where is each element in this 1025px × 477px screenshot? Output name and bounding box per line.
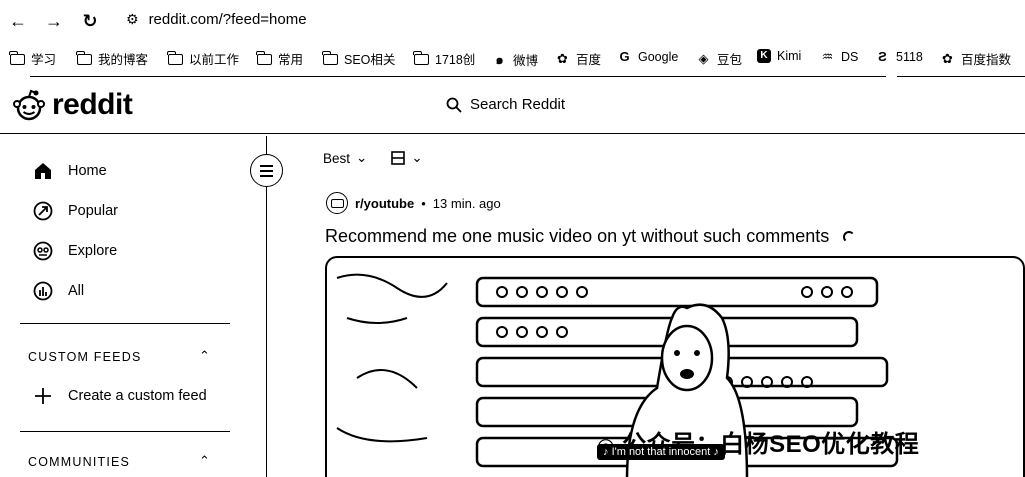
kimi-icon: K xyxy=(757,49,771,63)
5118-icon: Ƨ xyxy=(878,49,887,64)
reddit-wordmark: reddit xyxy=(52,88,133,121)
back-arrow-icon[interactable]: ← xyxy=(8,11,28,31)
reddit-header: reddit Search Reddit xyxy=(0,78,1025,134)
folder-icon xyxy=(413,51,429,65)
search-input[interactable]: Search Reddit xyxy=(470,96,565,113)
bookmark-5118[interactable]: Ƨ 5118 xyxy=(875,49,923,64)
subreddit-link[interactable]: r/youtube xyxy=(355,196,414,211)
weibo-icon: ๑ xyxy=(495,52,504,67)
left-sidebar: Home Popular Explore All CUSTOM FEEDS ⌃ … xyxy=(0,136,267,477)
bookmark-baidu[interactable]: ✿ 百度 xyxy=(555,49,601,68)
popular-trend-icon xyxy=(32,200,54,222)
folder-icon xyxy=(76,51,92,65)
bookmarks-divider xyxy=(30,76,886,77)
doubao-icon: ◈ xyxy=(698,50,709,66)
bookmark-folder[interactable]: 以前工作 xyxy=(167,49,239,68)
bookmark-doubao[interactable]: ◈ 豆包 xyxy=(696,49,743,68)
sidebar-item-all[interactable]: All xyxy=(32,280,84,302)
reddit-snoo-icon xyxy=(13,89,45,121)
google-icon: G xyxy=(619,49,630,64)
folder-icon xyxy=(256,51,272,65)
bookmarks-bar: 学习 我的博客 以前工作 常用 SEO相关 1718创 ๑微博 ✿ 百度 G Goo… xyxy=(0,44,1025,72)
video-caption: ♪ I'm not that innocent ♪ xyxy=(597,444,725,460)
bookmark-baidu-index[interactable]: ✿ 百度指数 xyxy=(940,49,1011,68)
sort-dropdown[interactable]: Best ⌄ xyxy=(323,150,367,166)
meta-separator: • xyxy=(421,195,426,211)
sidebar-divider xyxy=(20,323,230,324)
feed-controls: Best ⌄ ⌄ xyxy=(323,150,423,166)
chevron-down-icon: ⌄ xyxy=(411,150,423,165)
bookmark-weibo[interactable]: ๑微博 xyxy=(492,49,538,70)
post-title[interactable]: Recommend me one music video on yt witho… xyxy=(325,226,856,247)
bookmark-folder[interactable]: SEO相关 xyxy=(322,49,395,68)
browser-toolbar: ← → ↻ ⚙ reddit.com/?feed=home xyxy=(0,0,1025,42)
menu-line xyxy=(260,169,273,172)
chevron-up-icon[interactable]: ⌃ xyxy=(199,348,210,364)
bookmarks-divider xyxy=(897,76,1025,77)
sidebar-item-explore[interactable]: Explore xyxy=(32,240,117,262)
address-bar[interactable]: reddit.com/?feed=home xyxy=(149,11,307,28)
create-custom-feed-button[interactable]: Create a custom feed xyxy=(32,385,207,407)
baidu-paw-icon: ✿ xyxy=(942,50,953,66)
sidebar-item-home[interactable]: Home xyxy=(32,160,107,182)
menu-line xyxy=(260,164,273,167)
bookmark-google[interactable]: G Google xyxy=(617,49,678,64)
site-settings-icon[interactable]: ⚙ xyxy=(126,11,139,28)
deepseek-icon: ♒ xyxy=(821,49,834,64)
baidu-paw-icon: ✿ xyxy=(557,50,568,66)
communities-heading[interactable]: COMMUNITIES xyxy=(28,455,130,469)
folder-icon xyxy=(167,51,183,65)
card-view-icon xyxy=(391,151,406,165)
folder-icon xyxy=(9,51,25,65)
bookmark-folder[interactable]: 学习 xyxy=(9,49,56,68)
search-bar[interactable]: Search Reddit xyxy=(446,96,565,113)
sidebar-item-popular[interactable]: Popular xyxy=(32,200,118,222)
all-chart-icon xyxy=(32,280,54,302)
post-meta: r/youtube • 13 min. ago xyxy=(326,192,501,214)
home-icon xyxy=(32,160,54,182)
chevron-down-icon: ⌄ xyxy=(356,150,368,165)
bookmark-kimi[interactable]: K Kimi xyxy=(757,49,801,63)
loading-spinner-icon xyxy=(843,231,856,244)
sidebar-divider xyxy=(20,431,230,432)
folder-icon xyxy=(322,51,338,65)
bookmark-folder[interactable]: 1718创 xyxy=(413,49,475,68)
custom-feeds-heading[interactable]: CUSTOM FEEDS xyxy=(28,350,142,364)
search-icon xyxy=(446,97,462,113)
reddit-logo[interactable]: reddit xyxy=(12,88,133,122)
bookmark-folder[interactable]: 我的博客 xyxy=(76,49,148,68)
forward-arrow-icon[interactable]: → xyxy=(44,11,64,31)
post-timestamp: 13 min. ago xyxy=(432,195,501,211)
chevron-up-icon[interactable]: ⌃ xyxy=(199,453,210,469)
plus-icon xyxy=(32,385,54,407)
menu-line xyxy=(260,174,273,177)
reload-icon[interactable]: ↻ xyxy=(80,11,100,31)
bookmark-ds[interactable]: ♒ DS xyxy=(820,49,859,65)
bookmark-folder[interactable]: 常用 xyxy=(256,49,303,68)
post-media[interactable]: ◎ 公众号：白杨SEO优化教程 ♪ I'm not that innocent … xyxy=(325,256,1025,477)
explore-icon xyxy=(32,240,54,262)
collapse-sidebar-menu-button[interactable] xyxy=(250,154,283,187)
view-layout-dropdown[interactable]: ⌄ xyxy=(391,150,423,166)
subreddit-avatar-icon[interactable] xyxy=(326,192,348,214)
